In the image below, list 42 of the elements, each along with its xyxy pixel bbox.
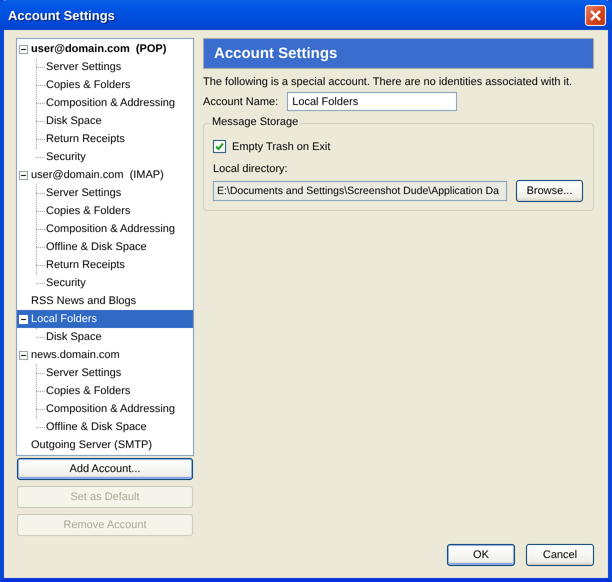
browse-button[interactable]: Browse...	[516, 180, 583, 202]
dialog-button[interactable]: OK	[447, 544, 515, 566]
tree-item[interactable]: Security	[17, 274, 193, 292]
account-name-field[interactable]: Local Folders	[287, 92, 458, 111]
tree-item[interactable]: Composition & Addressing	[17, 400, 193, 418]
tree-item[interactable]: Composition & Addressing	[17, 94, 193, 112]
tree-item[interactable]: Return Receipts	[17, 256, 193, 274]
tree-item[interactable]: Copies & Folders	[17, 382, 193, 400]
tree-item[interactable]: news.domain.com	[17, 346, 193, 364]
tree-item[interactable]: Server Settings	[17, 364, 193, 382]
tree-item[interactable]: user@domain.com (POP)	[17, 40, 193, 58]
tree-item[interactable]: Disk Space	[17, 328, 193, 346]
tree-item[interactable]: Copies & Folders	[17, 202, 193, 220]
collapse-icon[interactable]	[19, 170, 28, 180]
tree-item[interactable]: Local Folders	[17, 310, 193, 328]
panel-header: Account Settings	[203, 38, 594, 69]
tree-item[interactable]: Security	[17, 148, 193, 166]
tree-item[interactable]: Offline & Disk Space	[17, 418, 193, 436]
close-button[interactable]	[585, 4, 606, 26]
tree-item[interactable]: Server Settings	[17, 58, 193, 76]
checkbox-label: Empty Trash on Exit	[232, 140, 330, 152]
tree-item[interactable]: Offline & Disk Space	[17, 238, 193, 256]
field-label: Account Name:	[203, 96, 278, 108]
tree-item[interactable]: Copies & Folders	[17, 76, 193, 94]
tree-item[interactable]: Server Settings	[17, 184, 193, 202]
tree-item[interactable]: Return Receipts	[17, 130, 193, 148]
field-label: Local directory:	[213, 163, 289, 175]
close-icon	[589, 8, 602, 22]
dialog-button[interactable]: Cancel	[526, 544, 594, 566]
tree-item[interactable]: user@domain.com (IMAP)	[17, 166, 193, 184]
group-title: Message Storage	[210, 116, 300, 128]
tree-item[interactable]: Disk Space	[17, 112, 193, 130]
tree-action-button[interactable]: Add Account...	[17, 458, 193, 480]
collapse-icon[interactable]	[19, 350, 28, 360]
tree-item[interactable]: RSS News and Blogs	[17, 292, 193, 310]
checkbox[interactable]	[213, 140, 226, 153]
window-title: Account Settings	[8, 8, 115, 22]
tree-item[interactable]: Composition & Addressing	[17, 220, 193, 238]
collapse-icon[interactable]	[19, 44, 28, 54]
directory-field[interactable]: E:\Documents and Settings\Screenshot Dude\Application Da	[213, 181, 507, 201]
info-text: The following is a special account. There are no identities associated with it.	[203, 76, 574, 88]
tree-item[interactable]: Outgoing Server (SMTP)	[17, 436, 193, 454]
